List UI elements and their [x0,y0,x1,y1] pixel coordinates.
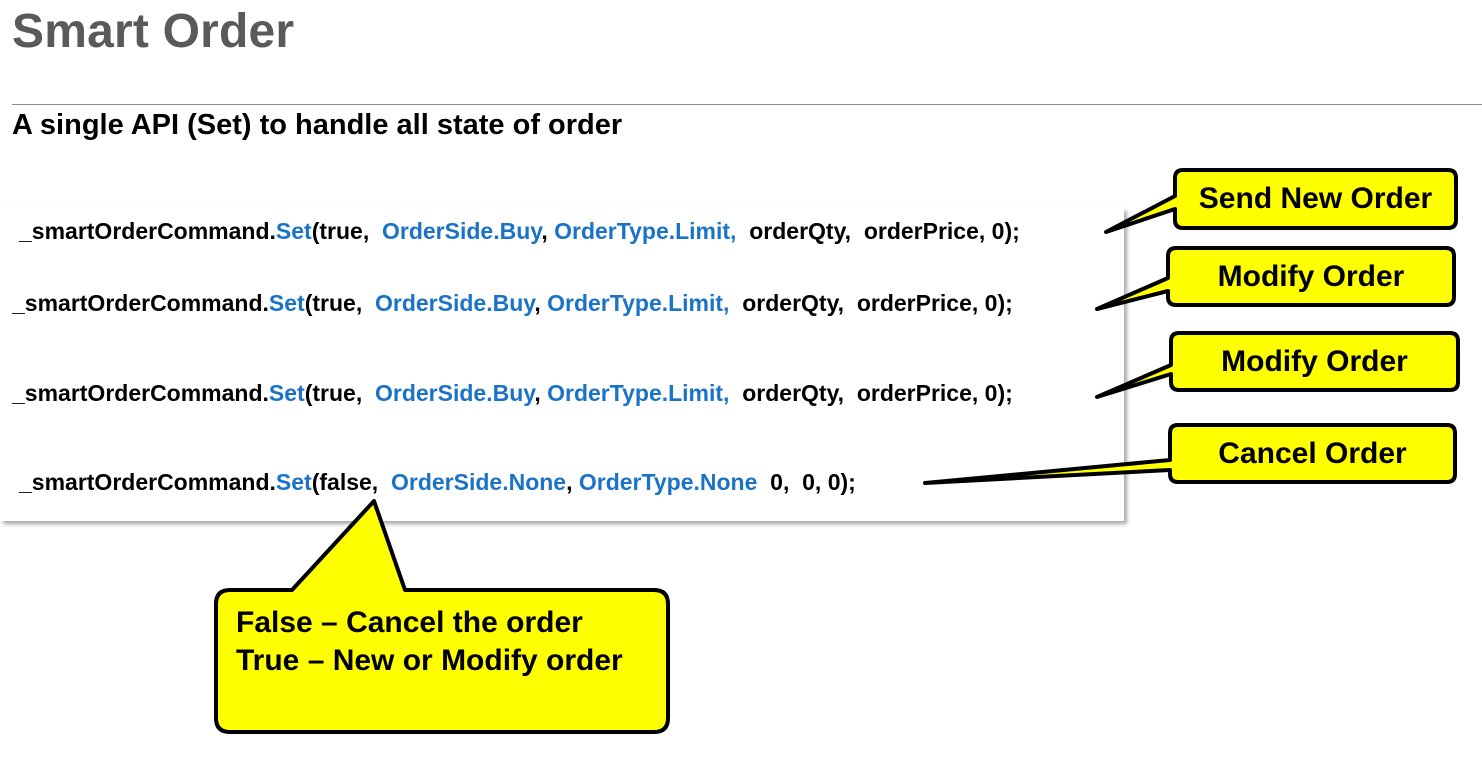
callout-note: False – Cancel the order True – New or M… [236,604,623,680]
note-line-true: True – New or Modify order [236,644,623,677]
callout-cancel-order: Cancel Order [1218,436,1407,470]
callout-modify-order-2: Modify Order [1221,344,1408,378]
callout-modify-order-1: Modify Order [1217,259,1405,293]
note-line-false: False – Cancel the order [236,606,583,639]
callout-send-new-order: Send New Order [1198,182,1433,215]
